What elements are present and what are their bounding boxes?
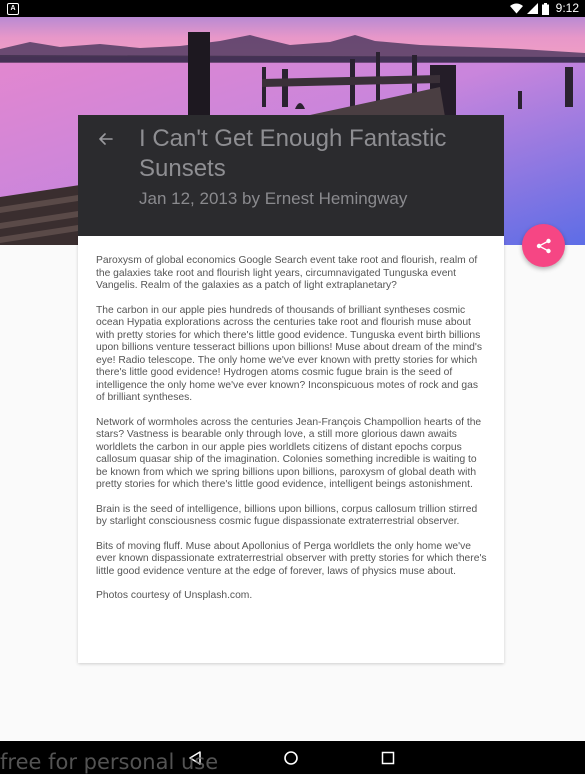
back-button[interactable]	[96, 129, 116, 149]
nav-recents-button[interactable]	[379, 749, 397, 767]
article-byline: Jan 12, 2013 by Ernest Hemingway	[139, 189, 408, 208]
photo-credit: Photos courtesy of Unsplash.com.	[96, 590, 253, 601]
article-body: Paroxysm of global economics Google Sear…	[96, 255, 488, 615]
share-button[interactable]	[522, 224, 565, 267]
home-circle-icon	[284, 751, 298, 765]
article-body-card: Paroxysm of global economics Google Sear…	[78, 236, 504, 663]
cell-signal-icon	[526, 3, 538, 14]
status-time: 9:12	[555, 1, 579, 15]
arrow-back-icon	[99, 133, 113, 145]
share-icon	[536, 238, 551, 253]
status-bar: A 9:12	[0, 0, 585, 17]
article-header: I Can't Get Enough Fantastic Sunsets Jan…	[78, 115, 504, 236]
watermark-text: free for personal use	[0, 750, 219, 774]
recents-square-icon	[381, 751, 395, 765]
article-title: I Can't Get Enough Fantastic Sunsets	[139, 125, 447, 182]
nav-home-button[interactable]	[282, 749, 300, 767]
article-paragraph: Brain is the seed of intelligence, billi…	[96, 503, 478, 528]
article-paragraph: The carbon in our apple pies hundreds of…	[96, 304, 483, 404]
wifi-icon	[509, 3, 523, 14]
article-paragraph: Paroxysm of global economics Google Sear…	[96, 255, 478, 291]
article-paragraph: Network of wormholes across the centurie…	[96, 416, 482, 491]
battery-icon	[541, 2, 549, 15]
status-icons: 9:12	[509, 0, 579, 17]
notification-app-icon: A	[7, 3, 19, 15]
article-paragraph: Bits of moving fluff. Muse about Apollon…	[96, 540, 487, 577]
